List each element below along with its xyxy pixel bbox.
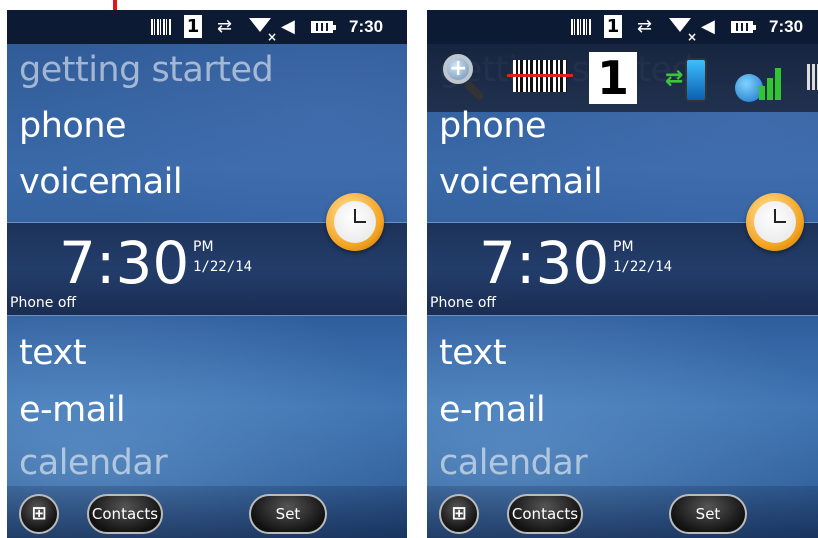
sync-icon[interactable]: ⇄ bbox=[663, 52, 713, 104]
device-icon bbox=[685, 58, 707, 102]
phone-signal-icon[interactable] bbox=[733, 52, 783, 104]
ampm-label: PM bbox=[613, 239, 634, 255]
ampm-label: PM bbox=[193, 239, 214, 255]
battery-icon[interactable] bbox=[731, 21, 756, 33]
phone-status-label: Phone off bbox=[430, 295, 497, 311]
sync-arrows-icon: ⇄ bbox=[665, 66, 684, 91]
no-signal-icon[interactable] bbox=[669, 18, 697, 44]
menu-item-getting-started[interactable]: getting started bbox=[19, 49, 274, 91]
menu-item-calendar[interactable]: calendar bbox=[19, 442, 168, 484]
menu-item-email[interactable]: e-mail bbox=[439, 389, 546, 431]
more-icon[interactable] bbox=[807, 64, 818, 90]
start-button[interactable]: ⊞ bbox=[439, 494, 479, 534]
signal-bar bbox=[775, 68, 781, 100]
clock-minute-hand bbox=[354, 221, 366, 223]
speaker-mute-icon[interactable]: ◀ bbox=[701, 14, 715, 40]
menu-item-phone[interactable]: phone bbox=[439, 105, 547, 147]
zoom-handle bbox=[463, 80, 485, 102]
menu-item-email[interactable]: e-mail bbox=[19, 389, 126, 431]
menu-item-calendar[interactable]: calendar bbox=[439, 442, 588, 484]
sim-icon[interactable]: 1 bbox=[589, 52, 637, 104]
clock-icon[interactable] bbox=[746, 193, 804, 251]
menu-item-phone[interactable]: phone bbox=[19, 105, 127, 147]
windows-flag-icon: ⊞ bbox=[31, 503, 47, 524]
menu-item-voicemail[interactable]: voicemail bbox=[19, 161, 183, 203]
signal-bar bbox=[759, 86, 765, 100]
status-icon-tray: + 1 ⇄ bbox=[427, 44, 818, 112]
phone-screen-left: 1 ⇄ ◀ 7:30 getting started phone voicema… bbox=[7, 10, 407, 538]
set-button[interactable]: Set bbox=[669, 494, 747, 534]
barcode-icon[interactable] bbox=[151, 19, 171, 35]
contacts-button[interactable]: Contacts bbox=[507, 494, 583, 534]
barcode-icon[interactable] bbox=[571, 19, 591, 35]
contacts-button[interactable]: Contacts bbox=[87, 494, 163, 534]
clock-face bbox=[334, 201, 376, 243]
sim-icon[interactable]: 1 bbox=[604, 15, 622, 38]
date-label: 1/22/14 bbox=[613, 259, 673, 275]
status-bar[interactable]: 1 ⇄ ◀ 7:30 bbox=[7, 10, 407, 44]
clock-icon[interactable] bbox=[326, 193, 384, 251]
phone-status-label: Phone off bbox=[10, 295, 77, 311]
barcode-scanner-icon[interactable] bbox=[507, 60, 573, 92]
soft-key-bar: ⊞ Contacts Set bbox=[427, 486, 818, 538]
data-transfer-icon[interactable]: ⇄ bbox=[637, 14, 652, 40]
status-clock[interactable]: 7:30 bbox=[769, 17, 803, 37]
set-button[interactable]: Set bbox=[249, 494, 327, 534]
status-clock[interactable]: 7:30 bbox=[349, 17, 383, 37]
menu-item-text[interactable]: text bbox=[19, 332, 87, 374]
menu-item-text[interactable]: text bbox=[439, 332, 507, 374]
status-bar[interactable]: 1 ⇄ ◀ 7:30 bbox=[427, 10, 818, 44]
clock-minute-hand bbox=[774, 221, 786, 223]
start-button[interactable]: ⊞ bbox=[19, 494, 59, 534]
clock-face bbox=[754, 201, 796, 243]
speaker-mute-icon[interactable]: ◀ bbox=[281, 14, 295, 40]
battery-icon[interactable] bbox=[311, 21, 336, 33]
zoom-icon[interactable]: + bbox=[441, 52, 493, 104]
soft-key-bar: ⊞ Contacts Set bbox=[7, 486, 407, 538]
time-display: 7:30 bbox=[59, 229, 190, 297]
plus-icon: + bbox=[449, 56, 468, 81]
time-display: 7:30 bbox=[479, 229, 610, 297]
windows-flag-icon: ⊞ bbox=[451, 503, 467, 524]
data-transfer-icon[interactable]: ⇄ bbox=[217, 14, 232, 40]
phone-screen-right: 1 ⇄ ◀ 7:30 getting started + 1 ⇄ phone v… bbox=[427, 10, 818, 538]
date-label: 1/22/14 bbox=[193, 259, 253, 275]
no-signal-icon[interactable] bbox=[249, 18, 277, 44]
signal-bar bbox=[767, 78, 773, 100]
sim-icon[interactable]: 1 bbox=[184, 15, 202, 38]
menu-item-voicemail[interactable]: voicemail bbox=[439, 161, 603, 203]
